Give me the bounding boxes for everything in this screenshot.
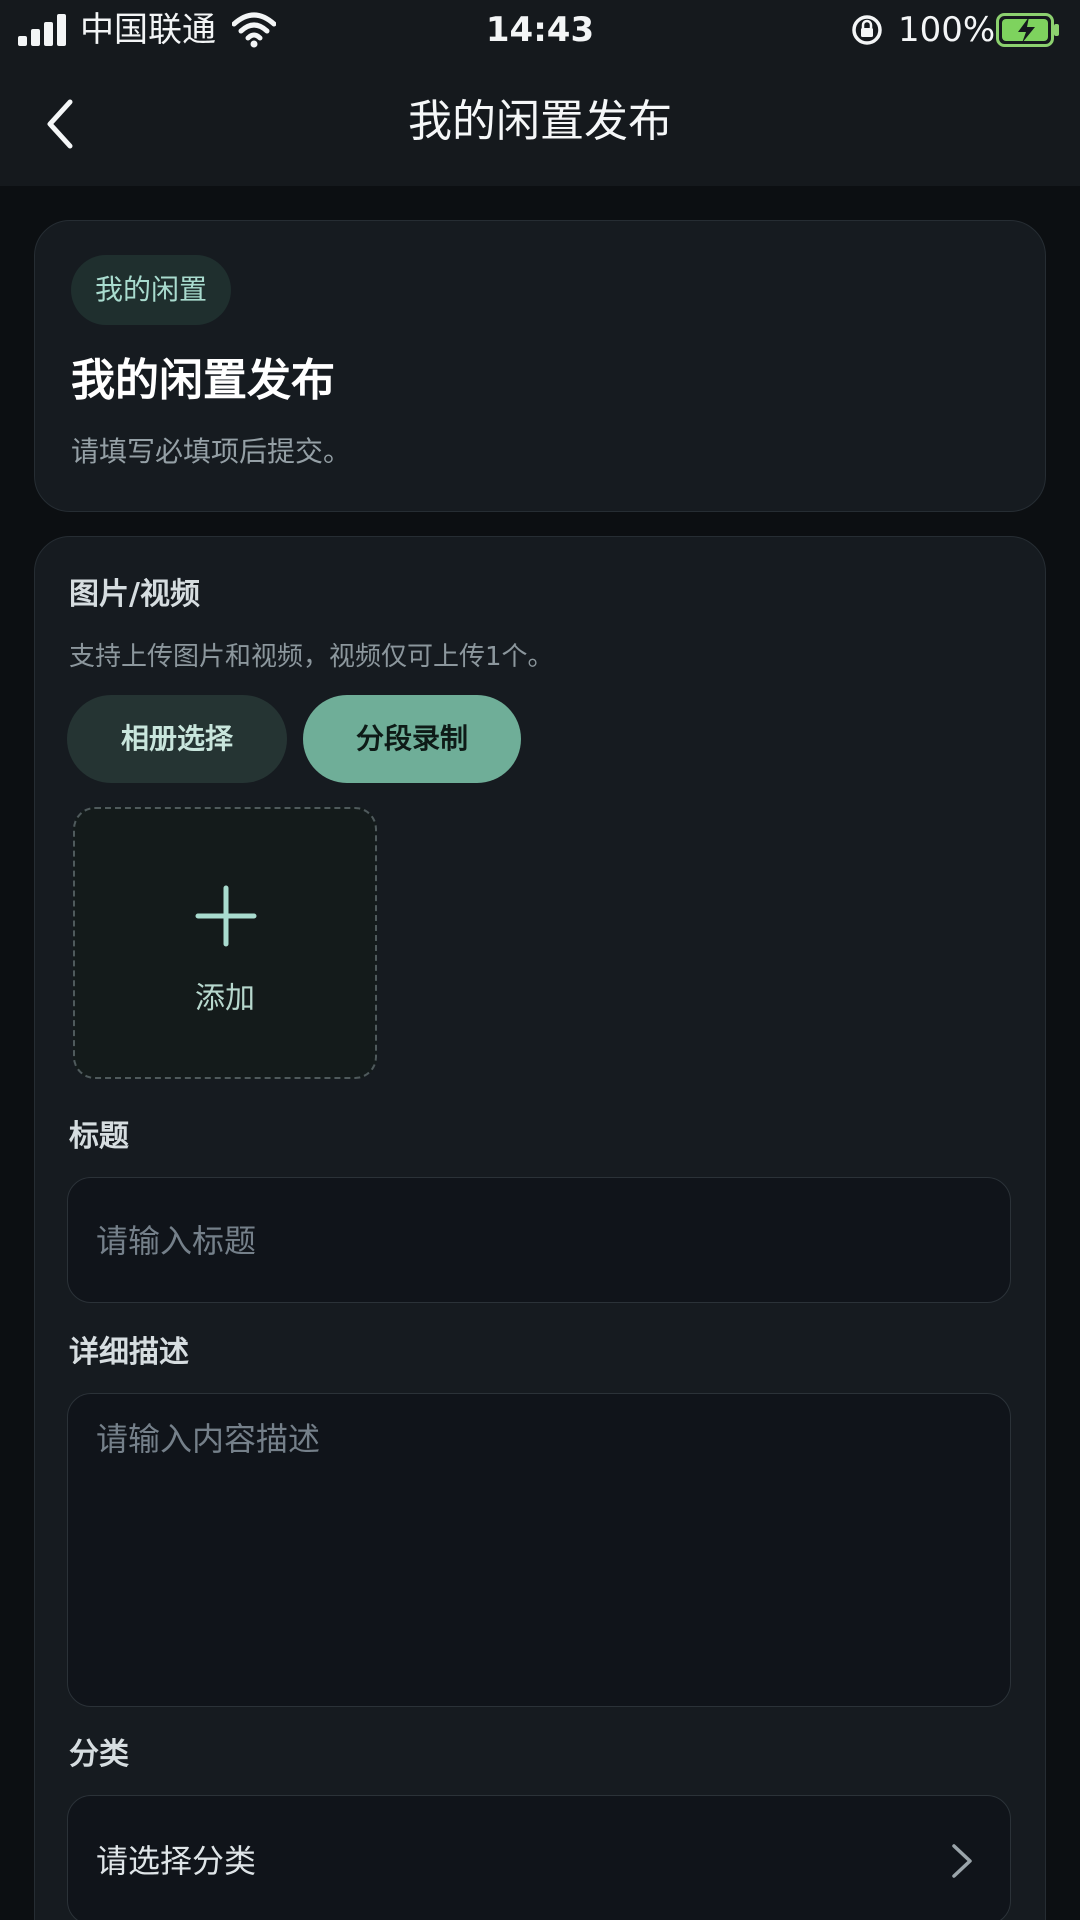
title-label: 标题 <box>69 1119 129 1154</box>
add-media-button[interactable]: 添加 <box>73 807 377 1079</box>
title-placeholder: 请输入标题 <box>96 1222 257 1260</box>
status-bar: 中国联通 14:43 100% <box>0 0 1080 60</box>
intro-title: 我的闲置发布 <box>71 355 335 406</box>
segment-record-button[interactable]: 分段录制 <box>303 695 521 783</box>
rotation-lock-icon <box>852 15 882 45</box>
description-label: 详细描述 <box>69 1335 189 1370</box>
form-card: 图片/视频 支持上传图片和视频，视频仅可上传1个。 相册选择 分段录制 添加 标… <box>34 536 1046 1920</box>
description-placeholder: 请输入内容描述 <box>96 1420 321 1458</box>
intro-subtitle: 请填写必填项后提交。 <box>71 435 352 468</box>
category-badge: 我的闲置 <box>71 255 232 325</box>
album-select-button[interactable]: 相册选择 <box>67 695 287 783</box>
battery-percent: 100% <box>898 10 996 50</box>
description-textarea[interactable]: 请输入内容描述 <box>67 1393 1011 1707</box>
battery-charging-icon <box>996 13 1059 47</box>
category-value: 请选择分类 <box>96 1842 257 1880</box>
plus-icon <box>195 885 257 947</box>
intro-card: 我的闲置 我的闲置发布 请填写必填项后提交。 <box>34 220 1046 512</box>
page-title: 我的闲置发布 <box>408 96 672 147</box>
media-label: 图片/视频 <box>69 577 200 612</box>
add-label: 添加 <box>195 981 255 1016</box>
chevron-right-icon <box>952 1844 972 1878</box>
screen: 中国联通 14:43 100% 我的闲置发布 我的闲置 我的闲置发布 请填写必填… <box>0 0 1080 1920</box>
title-input[interactable]: 请输入标题 <box>67 1177 1011 1303</box>
nav-bar: 我的闲置发布 <box>0 60 1080 186</box>
category-label: 分类 <box>69 1737 129 1772</box>
category-select[interactable]: 请选择分类 <box>67 1795 1011 1920</box>
media-hint: 支持上传图片和视频，视频仅可上传1个。 <box>69 642 554 672</box>
